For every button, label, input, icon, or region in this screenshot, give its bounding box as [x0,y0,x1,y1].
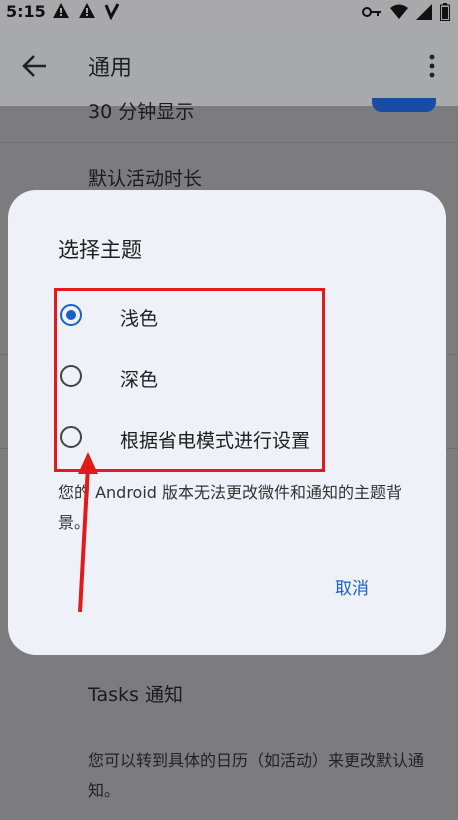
status-system-icons [362,3,450,21]
tasks-notification-description: 您可以转到具体的日历（如活动）来更改默认通知。 [88,751,425,800]
warning-icon [79,3,95,18]
dialog-title: 选择主题 [58,238,142,262]
signal-v-icon [104,3,120,20]
key-icon [362,7,381,17]
back-arrow-icon[interactable] [20,52,50,80]
page-title: 通用 [88,56,133,81]
cancel-button[interactable]: 取消 [335,574,369,599]
wifi-icon [390,4,408,19]
battery-icon [440,3,450,21]
theme-dialog: 选择主题 浅色 深色 根据省电模式进行设置 您的 Android 版本无法更改微… [8,190,446,655]
toggle-switch[interactable] [372,98,436,112]
signal-icon [416,4,432,20]
status-bar: 5:15 [0,0,458,26]
divider [0,142,458,143]
setting-30min-label[interactable]: 30 分钟显示 [88,97,194,124]
warning-icon [53,3,69,18]
more-options-icon[interactable] [428,54,436,78]
status-time: 5:15 [6,2,46,21]
app-bar: 通用 [0,26,458,106]
annotation-highlight-box [54,288,325,472]
setting-default-duration-label[interactable]: 默认活动时长 [88,164,202,191]
dialog-note: 您的 Android 版本无法更改微件和通知的主题背景。 [58,483,403,532]
tasks-notification-label[interactable]: Tasks 通知 [88,680,183,707]
status-notification-icons [52,2,120,20]
